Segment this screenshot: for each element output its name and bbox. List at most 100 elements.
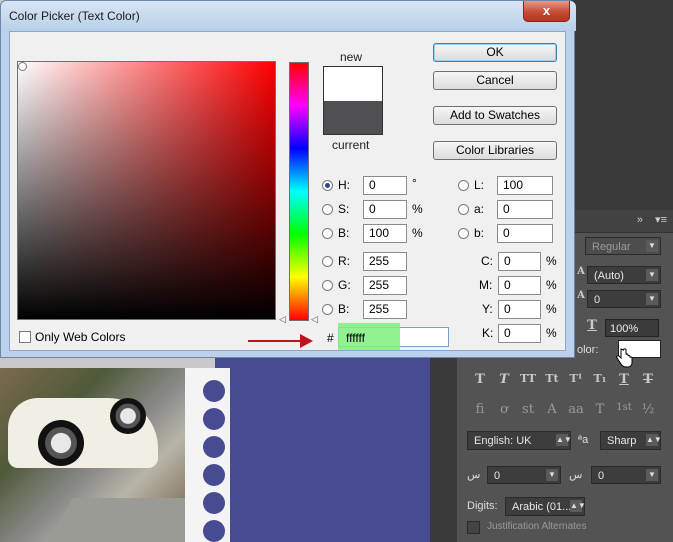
red-radio[interactable] — [322, 256, 333, 267]
brightness-radio[interactable] — [322, 228, 333, 239]
font-style-value: Regular — [592, 241, 631, 253]
green-input[interactable]: 255 — [363, 276, 407, 295]
cyan-input[interactable]: 0 — [498, 252, 541, 271]
anti-alias-select[interactable]: Sharp ▲▼ — [600, 431, 662, 450]
lightness-input[interactable]: 100 — [497, 176, 553, 195]
fractions-button[interactable]: ½ — [637, 402, 659, 417]
stylistic-alternates-button[interactable]: aa — [565, 402, 587, 417]
a-channel-label: a: — [474, 202, 485, 216]
digits-label: Digits: — [467, 500, 498, 512]
a-channel-input[interactable]: 0 — [497, 200, 553, 219]
hue-slider[interactable] — [289, 62, 309, 321]
black-label: K: — [482, 326, 494, 340]
saturation-radio[interactable] — [322, 204, 333, 215]
saturation-input[interactable]: 0 — [363, 200, 407, 219]
old-style-button[interactable]: ơ — [493, 402, 515, 417]
yellow-input[interactable]: 0 — [498, 300, 541, 319]
chevron-down-icon: ▼ — [646, 469, 658, 481]
blue-radio[interactable] — [322, 304, 333, 315]
new-color-label: new — [340, 50, 363, 64]
language-select[interactable]: English: UK ▲▼ — [467, 431, 572, 450]
color-field-cursor[interactable] — [18, 62, 27, 71]
percent-unit: % — [412, 226, 423, 240]
panel-menu-icon[interactable]: ▾≡ — [655, 213, 667, 226]
color-label: olor: — [577, 344, 599, 356]
b-channel-input[interactable]: 0 — [497, 224, 553, 243]
kashida-left-select[interactable]: 0 ▼ — [487, 466, 561, 484]
percent-unit: % — [546, 278, 557, 292]
kashida-right-select[interactable]: 0 ▼ — [591, 466, 661, 484]
chevron-down-icon: ▼ — [646, 293, 658, 305]
color-libraries-button[interactable]: Color Libraries — [433, 141, 557, 160]
all-caps-button[interactable]: TT — [517, 372, 539, 385]
dialog-titlebar[interactable]: Color Picker (Text Color) — [1, 1, 576, 31]
superscript-button[interactable]: T¹ — [565, 372, 587, 385]
horizontal-scale-input[interactable]: 100% — [605, 319, 659, 337]
green-radio[interactable] — [322, 280, 333, 291]
faux-italic-button[interactable]: T — [493, 372, 515, 387]
ligatures-button[interactable]: fi — [469, 402, 491, 417]
hue-slider-right-arrow-icon[interactable]: ◁ — [311, 314, 318, 325]
new-color-swatch — [323, 66, 383, 101]
yellow-label: Y: — [482, 302, 493, 316]
current-color-label: current — [332, 138, 370, 152]
strikethrough-button[interactable]: T — [637, 372, 659, 387]
kashida-icon: ﺱ — [467, 469, 481, 481]
leading-select[interactable]: (Auto) ▼ — [587, 266, 661, 284]
anti-alias-icon: ªa — [578, 434, 589, 446]
ordinals-button[interactable]: 1st — [613, 402, 635, 413]
add-to-swatches-button[interactable]: Add to Swatches — [433, 106, 557, 125]
lightness-radio[interactable] — [458, 180, 469, 191]
chevron-down-icon: ▼ — [546, 469, 558, 481]
hue-input[interactable]: 0 — [363, 176, 407, 195]
blue-label: B: — [338, 302, 350, 316]
font-style-select[interactable]: Regular ▼ — [585, 237, 661, 255]
b-channel-radio[interactable] — [458, 228, 469, 239]
justification-checkbox[interactable] — [467, 521, 480, 534]
small-caps-button[interactable]: Tt — [541, 372, 563, 385]
digits-select[interactable]: Arabic (01... ▲▼ — [505, 497, 586, 516]
subscript-button[interactable]: T₁ — [589, 372, 611, 385]
faux-bold-button[interactable]: T — [469, 372, 491, 387]
car-wheel — [38, 420, 84, 466]
hex-prefix: # — [327, 331, 334, 345]
scale-value: 100% — [610, 323, 639, 335]
cancel-button[interactable]: Cancel — [433, 71, 557, 90]
close-button[interactable]: x — [523, 1, 570, 22]
a-channel-radio[interactable] — [458, 204, 469, 215]
kashida-right-icon: ﺱ — [569, 469, 583, 481]
color-field[interactable] — [17, 61, 276, 320]
stamp-perforation — [203, 464, 225, 486]
hue-radio[interactable] — [322, 180, 333, 191]
swash-button[interactable]: A — [541, 402, 563, 417]
close-icon: x — [542, 3, 551, 18]
tracking-value: 0 — [594, 294, 601, 306]
chevron-down-icon: ▲▼ — [556, 434, 572, 446]
brightness-input[interactable]: 100 — [363, 224, 407, 243]
ok-button[interactable]: OK — [433, 43, 557, 62]
percent-unit: % — [412, 202, 423, 216]
titling-alternates-button[interactable]: T — [589, 402, 611, 417]
tracking-select[interactable]: 0 ▼ — [587, 290, 661, 308]
chevron-down-icon: ▼ — [646, 240, 658, 252]
magenta-input[interactable]: 0 — [498, 276, 541, 295]
kashida-left-value: 0 — [494, 470, 501, 482]
percent-unit: % — [546, 302, 557, 316]
panel-collapse-icon[interactable]: » — [637, 214, 643, 226]
blue-input[interactable]: 255 — [363, 300, 407, 319]
underline-button[interactable]: T — [613, 372, 635, 387]
black-input[interactable]: 0 — [498, 324, 541, 343]
current-color-swatch[interactable] — [323, 101, 383, 135]
car-wheel — [110, 398, 146, 434]
only-web-colors-checkbox[interactable] — [19, 331, 31, 343]
annotation-arrow-icon — [300, 334, 313, 348]
hue-slider-left-arrow-icon[interactable]: ◁ — [279, 314, 286, 325]
lightness-label: L: — [474, 178, 485, 192]
red-input[interactable]: 255 — [363, 252, 407, 271]
red-label: R: — [338, 254, 350, 268]
stamp-perforation — [203, 380, 225, 402]
hue-label: H: — [338, 178, 350, 192]
discretionary-ligatures-button[interactable]: st — [517, 402, 539, 417]
horizontal-scale-icon: T — [587, 318, 597, 333]
leading-value: (Auto) — [594, 270, 624, 282]
